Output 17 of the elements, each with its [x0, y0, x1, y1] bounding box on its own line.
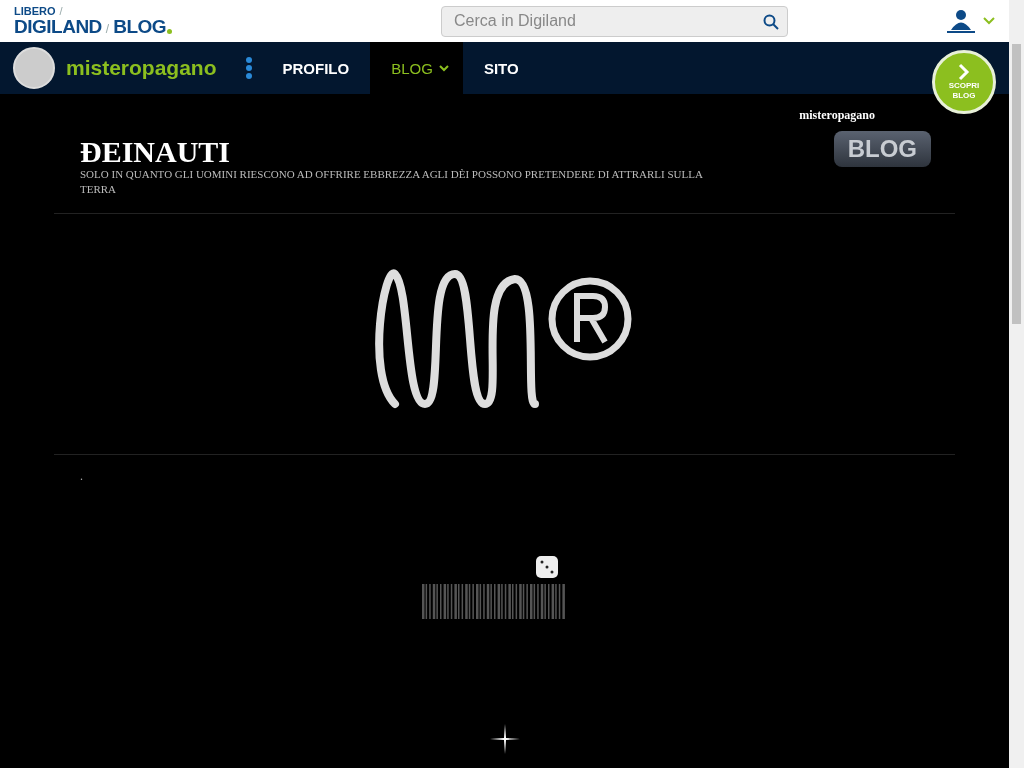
blog-subtitle: SOLO IN QUANTO GLI UOMINI RIESCONO AD OFFRIRE EBBREZZA AGLI DÈI POSSONO PRETENDERE DI ATTRARLI SULLA TERRA — [80, 167, 704, 197]
avatar[interactable] — [13, 47, 55, 89]
nav-tab[interactable]: BLOG — [370, 42, 463, 94]
nav-tab[interactable]: SITO — [462, 42, 540, 94]
blog-badge: BLOG — [833, 131, 931, 167]
blog-title[interactable]: ĐEINAUTI — [80, 137, 720, 167]
search-field[interactable]: Cerca in Digiland — [441, 5, 789, 37]
nav-tab[interactable]: PROFILO — [261, 42, 371, 94]
username[interactable]: misteropagano — [66, 56, 217, 80]
chevron-right-icon — [957, 63, 971, 82]
scrollbar[interactable] — [1009, 0, 1024, 768]
brand-logo[interactable]: LIBERO / DIGILAND / BLOG — [14, 6, 173, 36]
more-vertical-icon[interactable] — [245, 57, 252, 79]
user-icon[interactable] — [947, 9, 975, 33]
search-icon[interactable] — [763, 13, 780, 30]
post-text: . — [79, 468, 84, 484]
author-name[interactable]: misteropagano — [799, 108, 875, 123]
